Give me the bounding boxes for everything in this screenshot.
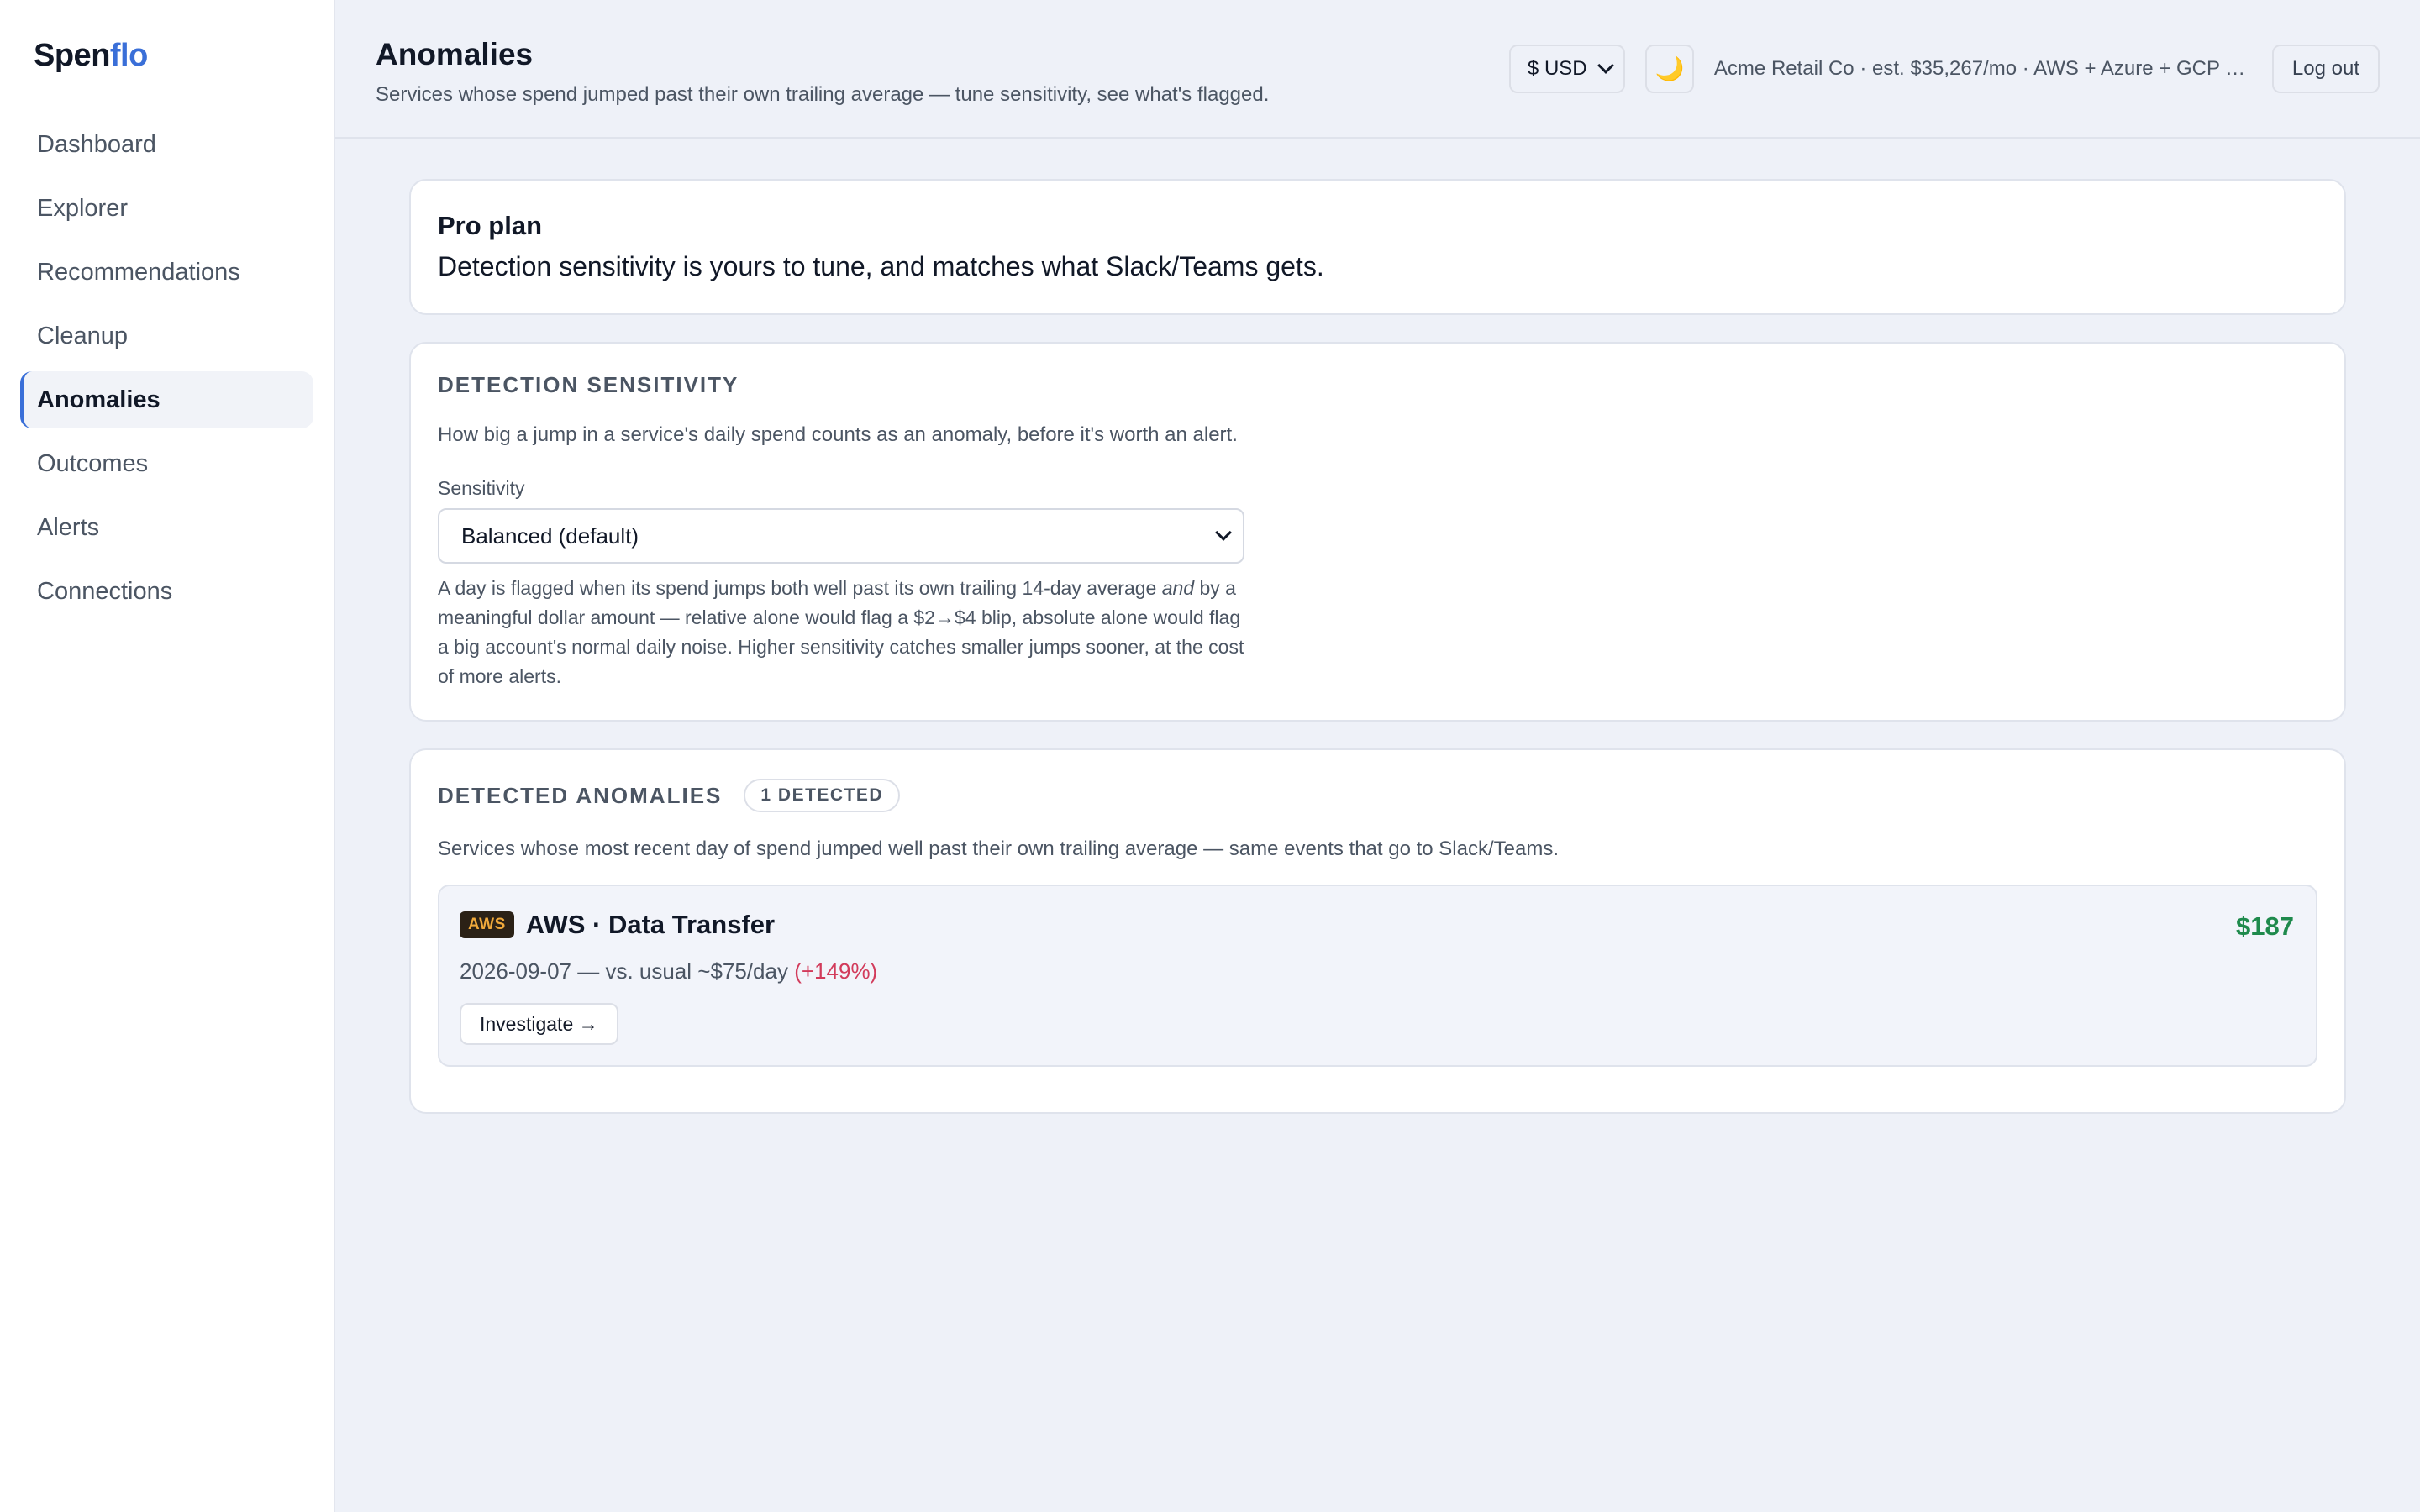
- brand-logo-part1: Spen: [34, 38, 110, 73]
- investigate-button[interactable]: Investigate →: [460, 1003, 618, 1045]
- anomaly-title: AWS · Data Transfer: [525, 910, 776, 939]
- app-shell: Spenflo Dashboard Explorer Recommendatio…: [0, 0, 2420, 1512]
- plan-card: Pro plan Detection sensitivity is yours …: [409, 179, 2346, 315]
- detected-count-badge: 1 detected: [744, 779, 901, 812]
- anomaly-amount: $187: [2236, 911, 2294, 941]
- anomalies-heading: Detected anomalies: [438, 782, 723, 808]
- sidebar: Spenflo Dashboard Explorer Recommendatio…: [0, 0, 335, 1512]
- moon-icon: 🌙: [1655, 55, 1685, 81]
- currency-select[interactable]: $ USD: [1508, 44, 1625, 93]
- anomaly-percent-change: (+149%): [794, 958, 878, 984]
- brand-logo[interactable]: Spenflo: [20, 34, 313, 77]
- sidebar-nav: Dashboard Explorer Recommendations Clean…: [20, 116, 313, 620]
- sidebar-item-connections[interactable]: Connections: [20, 563, 313, 620]
- sidebar-item-anomalies[interactable]: Anomalies: [20, 371, 313, 428]
- anomalies-description: Services whose most recent day of spend …: [438, 837, 1559, 860]
- sidebar-item-recommendations[interactable]: Recommendations: [20, 244, 313, 301]
- page-title: Anomalies: [376, 36, 534, 71]
- top-bar-controls: $ USD 🌙 Acme Retail Co · est. $35,267/mo…: [1508, 44, 2380, 93]
- anomaly-header: AWS AWS · Data Transfer: [460, 910, 2296, 940]
- anomalies-card: Detected anomalies 1 detected Services w…: [409, 748, 2346, 1114]
- main-area: Anomalies Services whose spend jumped pa…: [335, 0, 2420, 1512]
- chevron-down-icon: [1597, 56, 1614, 74]
- sensitivity-description: How big a jump in a service's daily spen…: [438, 423, 1238, 446]
- sensitivity-card: Detection sensitivity How big a jump in …: [409, 342, 2346, 722]
- sidebar-item-alerts[interactable]: Alerts: [20, 499, 313, 556]
- account-summary: Acme Retail Co · est. $35,267/mo · AWS +…: [1713, 56, 2246, 80]
- sensitivity-selected-value: Balanced (default): [461, 522, 639, 549]
- sidebar-item-dashboard[interactable]: Dashboard: [20, 116, 313, 173]
- plan-description: Detection sensitivity is yours to tune, …: [438, 251, 1324, 281]
- sensitivity-label: Sensitivity: [438, 477, 525, 499]
- page-subtitle: Services whose spend jumped past their o…: [376, 82, 1270, 106]
- help-text-part1: A day is flagged when its spend jumps bo…: [438, 577, 1162, 599]
- sensitivity-select[interactable]: Balanced (default): [438, 508, 1244, 564]
- page-heading: Anomalies Services whose spend jumped pa…: [376, 31, 1269, 107]
- currency-value: $ USD: [1527, 56, 1587, 80]
- sidebar-item-cleanup[interactable]: Cleanup: [20, 307, 313, 365]
- page-content: Pro plan Detection sensitivity is yours …: [335, 139, 2420, 1114]
- anomaly-meta: 2026-09-07 — vs. usual ~$75/day (+149%): [460, 958, 2296, 984]
- brand-logo-part2: flo: [109, 38, 148, 73]
- anomalies-heading-row: Detected anomalies 1 detected: [438, 779, 2317, 812]
- aws-provider-chip: AWS: [460, 911, 514, 938]
- sidebar-item-outcomes[interactable]: Outcomes: [20, 435, 313, 492]
- top-bar: Anomalies Services whose spend jumped pa…: [335, 0, 2420, 139]
- anomaly-item: AWS AWS · Data Transfer $187 2026-09-07 …: [438, 885, 2317, 1067]
- sensitivity-heading: Detection sensitivity: [438, 372, 739, 397]
- sensitivity-help-text: A day is flagged when its spend jumps bo…: [438, 574, 1244, 691]
- plan-title: Pro plan: [438, 211, 543, 240]
- help-text-emphasis: and: [1161, 577, 1195, 599]
- anomaly-date-usual: 2026-09-07 — vs. usual ~$75/day: [460, 958, 788, 984]
- theme-toggle-button[interactable]: 🌙: [1644, 44, 1694, 93]
- sidebar-item-explorer[interactable]: Explorer: [20, 180, 313, 237]
- logout-button[interactable]: Log out: [2271, 44, 2380, 93]
- chevron-down-icon: [1215, 524, 1232, 541]
